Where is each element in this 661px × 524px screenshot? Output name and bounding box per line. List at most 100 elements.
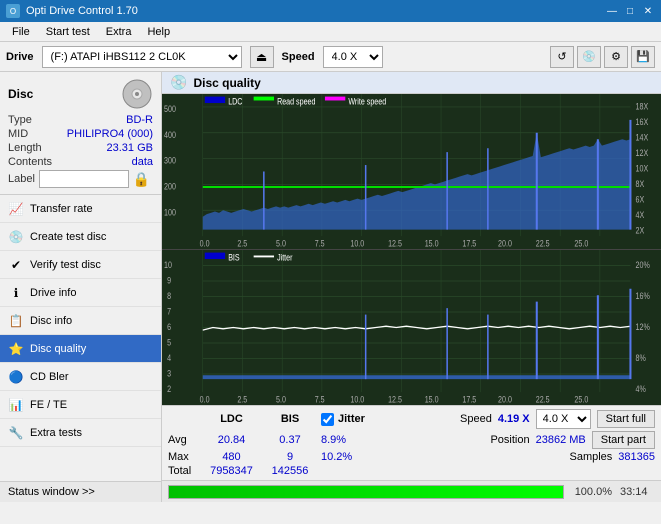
svg-text:17.5: 17.5 [462,239,476,249]
disc-contents-row: Contents data [8,156,153,168]
svg-text:500: 500 [164,104,176,114]
eject-button[interactable]: ⏏ [250,46,274,68]
menu-start-test[interactable]: Start test [38,24,98,40]
progress-bar-container: 100.0% 33:14 [162,480,661,502]
menu-file[interactable]: File [4,24,38,40]
ldc-header: LDC [204,413,259,425]
drive-toolbar-icons: ↺ 💿 ⚙ 💾 [550,46,655,68]
drive-select[interactable]: (F:) ATAPI iHBS112 2 CL0K [42,46,242,68]
svg-text:2X: 2X [636,226,645,236]
progress-percent: 100.0% [572,486,612,498]
extra-tests-icon: 🔧 [8,425,24,441]
disc-section: Disc Type BD-R MID PHILIPRO4 (000) Lengt… [0,72,161,195]
speed-stat-select[interactable]: 4.0 X [536,409,591,429]
maximize-button[interactable]: □ [623,4,637,18]
drive-icon-save[interactable]: 💾 [631,46,655,68]
bottom-chart-svg: BIS Jitter 10 9 [162,250,661,405]
svg-text:10X: 10X [636,164,649,174]
svg-text:7.5: 7.5 [315,395,325,405]
sidebar-item-transfer-rate[interactable]: 📈 Transfer rate [0,195,161,223]
avg-jitter: 8.9% [321,434,484,446]
svg-text:6: 6 [167,322,171,332]
nav-items: 📈 Transfer rate 💿 Create test disc ✔ Ver… [0,195,161,481]
svg-text:2.5: 2.5 [237,239,247,249]
disc-label-key: Label [8,173,35,185]
jitter-checkbox[interactable] [321,413,334,426]
app-icon: O [6,4,20,18]
svg-text:5.0: 5.0 [276,239,286,249]
svg-text:15.0: 15.0 [425,395,439,405]
svg-text:2.5: 2.5 [237,395,247,405]
sidebar-item-fe-te[interactable]: 📊 FE / TE [0,391,161,419]
svg-text:Write speed: Write speed [348,97,386,107]
avg-bis: 0.37 [265,434,315,446]
sidebar-item-cd-bler[interactable]: 🔵 CD Bler [0,363,161,391]
transfer-rate-icon: 📈 [8,201,24,217]
drive-icon-refresh[interactable]: ↺ [550,46,574,68]
drive-icon-settings[interactable]: ⚙ [604,46,628,68]
sidebar-item-disc-quality[interactable]: ⭐ Disc quality [0,335,161,363]
svg-text:8X: 8X [636,179,645,189]
start-part-button[interactable]: Start part [592,431,655,449]
sidebar-item-label: Extra tests [30,427,82,439]
charts-container: LDC Read speed Write speed [162,94,661,405]
disc-contents-label: Contents [8,156,52,168]
speed-select[interactable]: 4.0 X [323,46,383,68]
disc-quality-header: 💿 Disc quality [162,72,661,94]
disc-label-icon[interactable]: 🔒 [133,171,150,188]
svg-text:200: 200 [164,182,176,192]
svg-text:8%: 8% [636,353,646,363]
bottom-chart: BIS Jitter 10 9 [162,250,661,405]
svg-text:10: 10 [164,260,172,270]
svg-text:400: 400 [164,130,176,140]
speed-stat-value: 4.19 X [498,413,530,425]
disc-header: Disc [8,78,153,110]
disc-label-row: Label 🔒 [8,170,153,188]
sidebar: Disc Type BD-R MID PHILIPRO4 (000) Lengt… [0,72,162,502]
svg-text:6X: 6X [636,195,645,205]
svg-text:7.5: 7.5 [315,239,325,249]
position-label: Position [490,434,529,446]
drive-label: Drive [6,51,34,63]
samples-value: 381365 [618,451,655,463]
menu-extra[interactable]: Extra [98,24,140,40]
disc-contents-value: data [132,156,153,168]
top-chart: LDC Read speed Write speed [162,94,661,250]
svg-text:3: 3 [167,369,171,379]
create-test-disc-icon: 💿 [8,229,24,245]
sidebar-item-create-test-disc[interactable]: 💿 Create test disc [0,223,161,251]
drive-info-icon: ℹ [8,285,24,301]
svg-text:Jitter: Jitter [277,253,293,263]
progress-fill [169,486,563,498]
sidebar-item-drive-info[interactable]: ℹ Drive info [0,279,161,307]
start-full-button[interactable]: Start full [597,410,655,428]
svg-text:25.0: 25.0 [574,239,588,249]
bis-header: BIS [265,413,315,425]
disc-length-value: 23.31 GB [107,142,153,154]
svg-text:14X: 14X [636,133,649,143]
avg-label: Avg [168,434,198,446]
svg-text:22.5: 22.5 [536,395,550,405]
disc-label-input[interactable] [39,170,129,188]
drive-icon-disc[interactable]: 💿 [577,46,601,68]
disc-mid-row: MID PHILIPRO4 (000) [8,128,153,140]
disc-mid-label: MID [8,128,28,140]
disc-length-label: Length [8,142,42,154]
cd-bler-icon: 🔵 [8,369,24,385]
sidebar-item-extra-tests[interactable]: 🔧 Extra tests [0,419,161,447]
status-window-button[interactable]: Status window >> [0,481,161,502]
sidebar-item-verify-test-disc[interactable]: ✔ Verify test disc [0,251,161,279]
svg-text:7: 7 [167,307,171,317]
svg-text:BIS: BIS [228,253,240,263]
minimize-button[interactable]: — [605,4,619,18]
sidebar-item-disc-info[interactable]: 📋 Disc info [0,307,161,335]
speed-stat-label: Speed [460,413,492,425]
top-chart-svg: LDC Read speed Write speed [162,94,661,249]
svg-text:100: 100 [164,208,176,218]
jitter-label: Jitter [338,413,365,425]
drive-bar: Drive (F:) ATAPI iHBS112 2 CL0K ⏏ Speed … [0,42,661,72]
close-button[interactable]: ✕ [641,4,655,18]
menu-help[interactable]: Help [139,24,178,40]
svg-text:12.5: 12.5 [388,395,402,405]
max-label: Max [168,451,198,463]
